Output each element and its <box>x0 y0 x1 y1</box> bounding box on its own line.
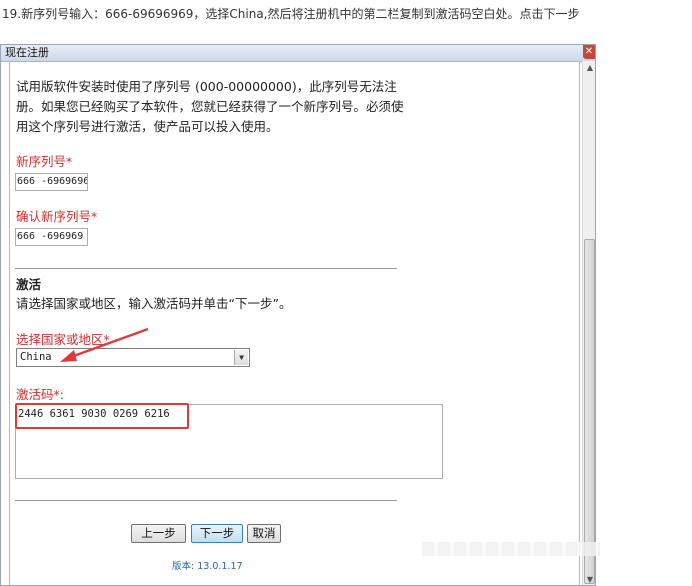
country-select-value: China <box>20 351 52 363</box>
code-highlight-box <box>15 403 189 429</box>
chevron-down-icon[interactable]: ▼ <box>234 350 248 365</box>
intro-text: 试用版软件安装时使用了序列号 (000-00000000)，此序列号无法注册。如… <box>16 79 404 134</box>
next-button[interactable]: 下一步 <box>191 524 243 543</box>
window-title: 现在注册 <box>5 46 49 59</box>
close-icon[interactable]: ✕ <box>583 45 595 59</box>
dialog-content <box>9 61 580 585</box>
serial-input[interactable]: 666 -6969696 <box>15 173 88 191</box>
activation-code-label: 激活码*: <box>16 387 64 402</box>
confirm-serial-label: 确认新序列号* <box>16 209 98 224</box>
watermark <box>422 542 600 556</box>
confirm-serial-input[interactable]: 666 -696969 <box>15 228 88 246</box>
scroll-up-icon[interactable]: ▲ <box>585 63 595 73</box>
scroll-thumb[interactable] <box>584 239 595 584</box>
scroll-down-icon[interactable]: ▼ <box>585 575 595 585</box>
cancel-button[interactable]: 取消 <box>247 524 281 543</box>
section-divider <box>15 268 397 269</box>
activation-description: 请选择国家或地区，输入激活码并单击“下一步”。 <box>16 296 292 311</box>
serial-label: 新序列号* <box>16 154 73 169</box>
instruction-text: 19.新序列号输入：666-69696969，选择China,然后将注册机中的第… <box>2 7 580 21</box>
activation-heading: 激活 <box>16 277 42 292</box>
version-text: 版本: 13.0.1.17 <box>172 561 243 572</box>
vertical-scrollbar[interactable]: ▲ ▼ <box>582 61 595 585</box>
arrow-annotation <box>60 327 149 362</box>
footer-divider <box>15 500 397 501</box>
window-titlebar: 现在注册 ✕ <box>1 45 595 62</box>
back-button[interactable]: 上一步 <box>131 524 186 543</box>
